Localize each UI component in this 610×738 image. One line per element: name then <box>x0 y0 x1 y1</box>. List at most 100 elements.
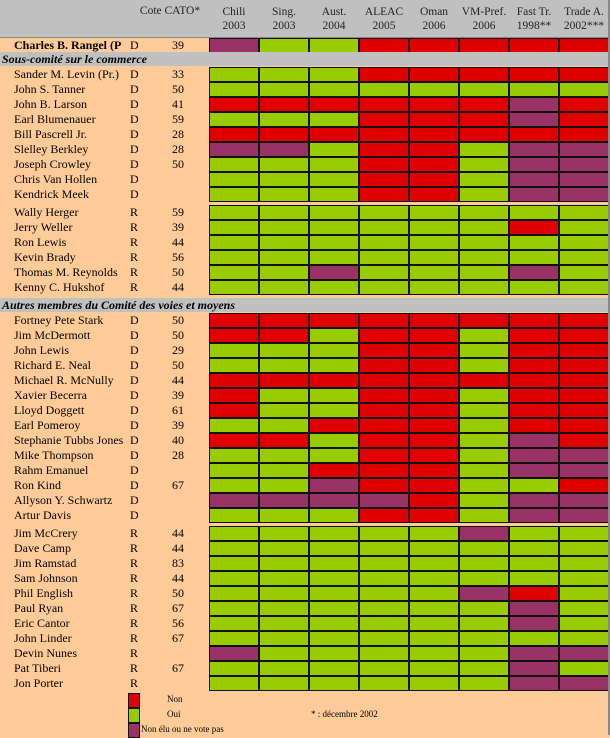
party: R <box>130 556 139 570</box>
vote-cell <box>209 157 259 172</box>
vote-cell <box>509 358 559 373</box>
vote-cell <box>259 373 309 388</box>
vote-cell <box>259 82 309 97</box>
member-name: Dave Camp <box>14 541 71 555</box>
table-row: Joseph Crowley D 50 <box>0 157 610 172</box>
vote-cell <box>409 463 459 478</box>
vote-cell <box>459 646 509 661</box>
cato-score: 28 <box>172 142 184 156</box>
party: D <box>130 388 139 402</box>
vote-cell <box>559 205 609 220</box>
vote-cell <box>259 250 309 265</box>
vote-cell <box>209 97 259 112</box>
vote-cell <box>409 586 459 601</box>
party: R <box>130 586 139 600</box>
cato-score: 50 <box>172 265 184 279</box>
vote-cell <box>409 433 459 448</box>
vote-cell <box>459 463 509 478</box>
vote-cell <box>559 478 609 493</box>
vote-cell <box>459 418 509 433</box>
party: R <box>130 265 139 279</box>
vote-cell <box>359 112 409 127</box>
table-row: Wally Herger R 59 <box>0 205 610 220</box>
vote-cell <box>209 373 259 388</box>
vote-cell <box>559 433 609 448</box>
vote-cell <box>359 418 409 433</box>
vote-cell <box>359 601 409 616</box>
vote-cell <box>309 313 359 328</box>
vote-cell <box>209 388 259 403</box>
cato-score: 33 <box>172 67 184 81</box>
table-row: Fortney Pete Stark D 50 <box>0 313 610 328</box>
member-name: John S. Tanner <box>14 82 86 96</box>
column-header: Trade A. 2002*** <box>559 5 609 33</box>
table-row: Jerry Weller R 39 <box>0 220 610 235</box>
vote-cell <box>559 586 609 601</box>
vote-cell <box>509 235 559 250</box>
vote-cell <box>209 418 259 433</box>
vote-cell <box>209 448 259 463</box>
vote-cell <box>459 676 509 691</box>
vote-cell <box>359 478 409 493</box>
table-row: Stephanie Tubbs Jones D 40 <box>0 433 610 448</box>
vote-cell <box>309 265 359 280</box>
vote-cell <box>259 526 309 541</box>
vote-cell <box>309 493 359 508</box>
vote-cell <box>509 676 559 691</box>
vote-cell <box>309 127 359 142</box>
vote-cell <box>509 646 559 661</box>
vote-cell <box>259 67 309 82</box>
column-header-label: Chili <box>222 6 246 18</box>
table-row: Chris Van Hollen D <box>0 172 610 187</box>
party: R <box>130 631 139 645</box>
vote-cell <box>509 403 559 418</box>
cato-column-header: Cote CATO* <box>139 5 201 17</box>
vote-cell <box>359 646 409 661</box>
table-row: Paul Ryan R 67 <box>0 601 610 616</box>
vote-cell <box>559 172 609 187</box>
vote-cell <box>359 265 409 280</box>
table-row: Mike Thompson D 28 <box>0 448 610 463</box>
vote-cell <box>559 373 609 388</box>
legend-swatch-non <box>128 693 140 708</box>
party: D <box>130 493 139 507</box>
vote-cell <box>359 358 409 373</box>
table-row: Kevin Brady R 56 <box>0 250 610 265</box>
cato-score: 50 <box>172 157 184 171</box>
vote-cell <box>409 403 459 418</box>
column-header-year: 2002*** <box>563 20 605 32</box>
table-row: Dave Camp R 44 <box>0 541 610 556</box>
vote-cell <box>459 313 509 328</box>
vote-cell <box>209 433 259 448</box>
vote-cell <box>459 373 509 388</box>
column-header: Oman 2006 <box>409 5 459 33</box>
vote-cell <box>409 493 459 508</box>
table-row: Rahm Emanuel D <box>0 463 610 478</box>
column-header-label: Trade A. <box>564 6 604 18</box>
vote-cell <box>509 388 559 403</box>
vote-cell <box>209 343 259 358</box>
vote-cell <box>259 463 309 478</box>
vote-cell <box>209 478 259 493</box>
legend-label-non: Non <box>167 694 183 704</box>
vote-cell <box>309 235 359 250</box>
vote-cell <box>409 556 459 571</box>
vote-cell <box>459 343 509 358</box>
party: D <box>130 418 139 432</box>
table-row: Jim Ramstad R 83 <box>0 556 610 571</box>
vote-cell <box>459 220 509 235</box>
party: D <box>130 127 139 141</box>
table-row: Bill Pascrell Jr. D 28 <box>0 127 610 142</box>
vote-cell <box>509 433 559 448</box>
vote-cell <box>509 127 559 142</box>
vote-cell <box>509 172 559 187</box>
vote-cell <box>409 157 459 172</box>
vote-cell <box>409 373 459 388</box>
vote-cell <box>459 235 509 250</box>
vote-cell <box>209 280 259 295</box>
cato-score: 61 <box>172 403 184 417</box>
vote-cell <box>309 38 359 53</box>
vote-cell <box>459 448 509 463</box>
vote-cell <box>259 418 309 433</box>
vote-cell <box>409 661 459 676</box>
